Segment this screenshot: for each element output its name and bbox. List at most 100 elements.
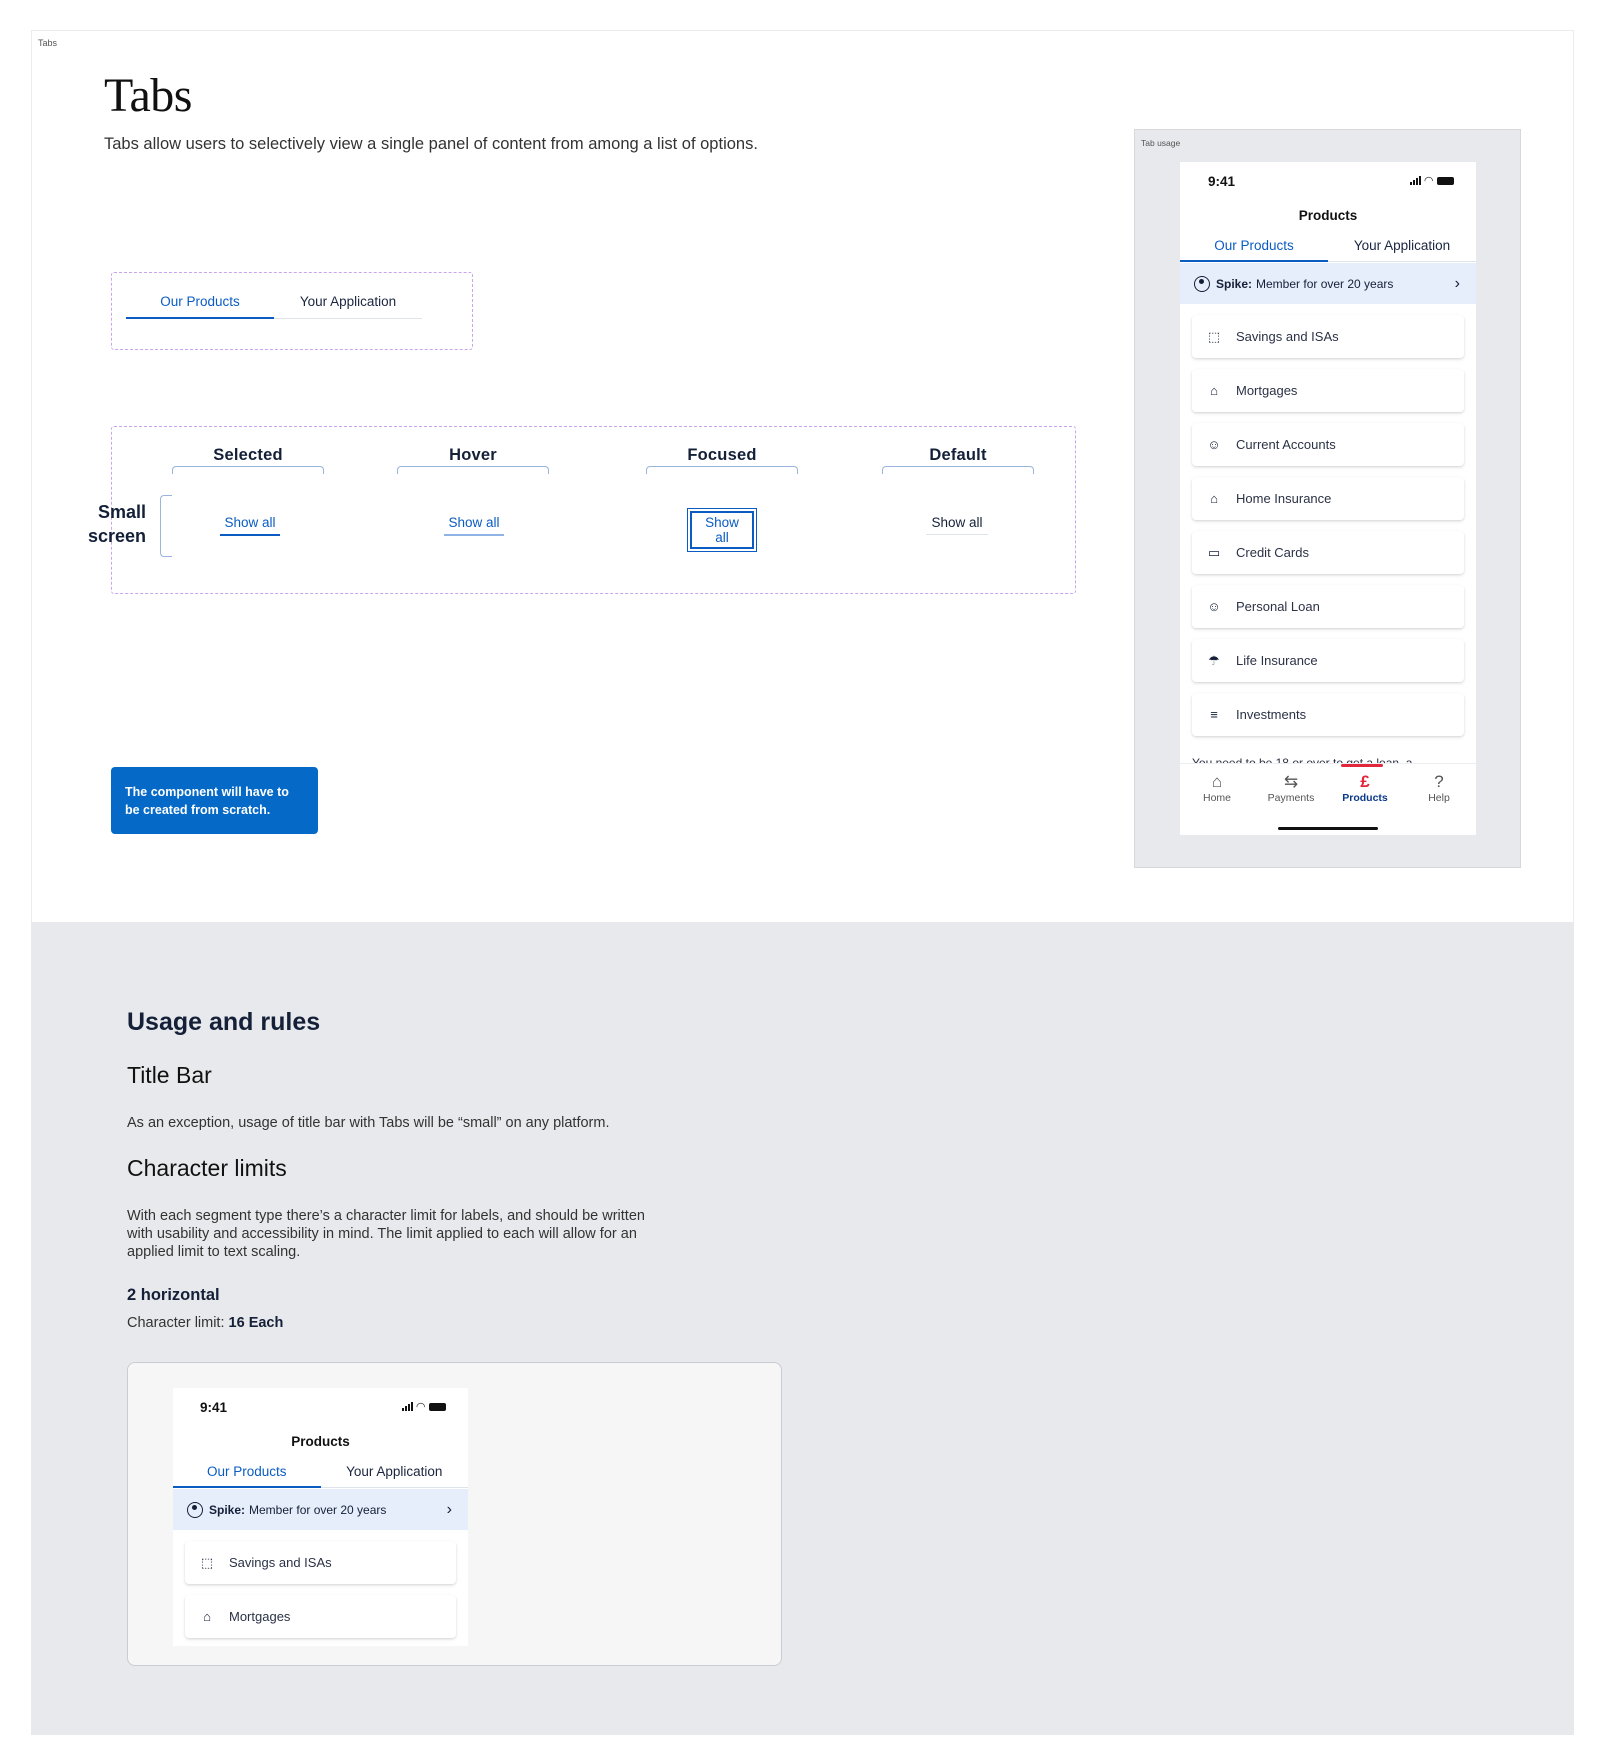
example-nav-title: Products [291,1434,350,1449]
credit-card-icon: ▭ [1207,544,1221,560]
example-box: 9:41 ◠ Products Our Products Your Applic… [127,1362,782,1666]
wifi-icon: ◠ [1424,175,1433,187]
tab-usage-panel: Tab usage 9:41 ◠ Products Our Products Y… [1134,129,1521,868]
example-tab-your-application[interactable]: Your Application [321,1464,469,1487]
show-all-hover[interactable]: Show all [444,515,504,536]
nav-payments[interactable]: ⇆ Payments [1254,764,1328,835]
scratch-note: The component will have to be created fr… [111,767,318,834]
state-focused-title: Focused [687,446,757,464]
example-status-icons: ◠ [401,1400,446,1413]
two-horizontal-heading: 2 horizontal [127,1286,220,1304]
phone-tab-your-application[interactable]: Your Application [1328,238,1476,261]
state-focused-column: Focused [646,446,798,465]
show-all-focused[interactable]: Show all [687,508,757,552]
show-all-default[interactable]: Show all [926,515,988,535]
product-card[interactable]: ☂ Life Insurance [1192,639,1464,682]
person-pound-icon: ☺ [1207,599,1221,614]
small-screen-label-line1: Small [97,502,146,522]
chevron-right-icon: › [446,1500,452,1518]
product-card[interactable]: ⬚ Savings and ISAs [1192,315,1464,358]
nav-payments-label: Payments [1267,792,1315,804]
small-screen-bracket [160,495,172,557]
home-icon: ⌂ [1211,772,1223,791]
person-umbrella-icon: ☂ [1208,652,1220,668]
example-product-card[interactable]: ⬚ Savings and ISAs [185,1541,456,1584]
nav-products[interactable]: £ Products [1328,764,1402,835]
title-bar-text: As an exception, usage of title bar with… [127,1115,610,1131]
frame-label: Tabs [38,38,58,48]
member-text: Member for over 20 years [1256,276,1394,291]
product-card[interactable]: ☺ Personal Loan [1192,585,1464,628]
coin-stack-icon: ≡ [1210,707,1218,722]
person-account-icon: ☺ [1207,437,1221,452]
tab-our-products[interactable]: Our Products [126,294,274,319]
small-screen-label-line2: screen [87,526,146,546]
state-selected-bracket [172,466,324,474]
bottom-nav: ⌂ Home ⇆ Payments £ Products ? Help [1180,763,1476,835]
state-hover-bracket [397,466,549,474]
active-tab-marker [1341,764,1383,767]
example-tab-bar: Our Products Your Application [173,1464,468,1488]
character-limit-value: 16 Each [228,1315,284,1331]
signal-icon [1409,176,1421,185]
state-focused-bracket [646,466,798,474]
piggy-bank-icon: ⬚ [1207,328,1221,344]
small-screen-label: Small screen [80,500,146,548]
phone-tab-bar: Our Products Your Application [1180,238,1476,262]
example-member-banner[interactable]: Spike: Member for over 20 years › [173,1489,468,1530]
char-limits-text-line1: With each segment type there’s a charact… [127,1208,645,1224]
state-selected-title: Selected [213,446,283,464]
loan-disclaimer-text: You need to be 18 or over to get a loan,… [1192,756,1413,763]
title-bar-heading: Title Bar [127,1062,212,1088]
example-product-card[interactable]: ⌂ Mortgages [185,1595,456,1638]
usage-heading: Usage and rules [127,1008,321,1036]
product-label: Investments [1236,707,1307,722]
nav-products-label: Products [1342,792,1388,804]
question-mark-icon: ? [1434,772,1444,791]
product-label: Savings and ISAs [1236,329,1339,344]
tab-usage-label: Tab usage [1141,138,1181,148]
product-card[interactable]: ▭ Credit Cards [1192,531,1464,574]
page-title: Tabs [104,69,192,122]
nav-title: Products [1298,208,1358,223]
product-label: Home Insurance [1236,491,1332,506]
state-default-column: Default [882,446,1034,465]
page-subtitle: Tabs allow users to selectively view a s… [104,135,758,153]
show-all-selected[interactable]: Show all [220,515,280,536]
product-label: Mortgages [1236,383,1298,398]
nav-help[interactable]: ? Help [1402,764,1476,835]
product-card[interactable]: ☺ Current Accounts [1192,423,1464,466]
wifi-icon: ◠ [416,1401,425,1413]
pound-icon: £ [1360,772,1370,791]
house-pound-icon: ⌂ [1210,383,1218,398]
house-pound-icon: ⌂ [203,1609,211,1624]
status-bar: 9:41 ◠ [1180,162,1476,202]
example-member-name: Spike: [209,1502,246,1517]
member-banner[interactable]: Spike: Member for over 20 years › [1180,263,1476,304]
state-hover-column: Hover [397,446,549,465]
demo-tab-bar: Our Products Your Application [126,294,422,319]
status-icons: ◠ [1409,174,1454,187]
house-shield-icon: ⌂ [1210,491,1218,506]
example-phone: 9:41 ◠ Products Our Products Your Applic… [173,1388,468,1646]
product-card[interactable]: ⌂ Mortgages [1192,369,1464,412]
state-selected-column: Selected [172,446,324,465]
char-limits-text: With each segment type there’s a charact… [127,1207,645,1261]
char-limits-text-line3: applied limit to text scaling. [127,1244,301,1260]
nav-home[interactable]: ⌂ Home [1180,764,1254,835]
example-tab-our-products[interactable]: Our Products [173,1464,321,1488]
battery-icon [1437,176,1454,185]
character-limit-line: Character limit: 16 Each [127,1315,283,1331]
person-circle-icon [187,1501,203,1518]
product-label: Personal Loan [1236,599,1320,614]
swap-arrows-icon: ⇆ [1283,772,1299,791]
phone-tab-our-products[interactable]: Our Products [1180,238,1328,262]
chevron-right-icon: › [1454,274,1460,292]
nav-home-label: Home [1202,792,1231,804]
product-label: Life Insurance [1236,653,1318,668]
example-status-bar: 9:41 ◠ [173,1388,468,1428]
product-card[interactable]: ≡ Investments [1192,693,1464,736]
piggy-bank-icon: ⬚ [200,1554,214,1570]
product-card[interactable]: ⌂ Home Insurance [1192,477,1464,520]
tab-your-application[interactable]: Your Application [274,294,422,318]
